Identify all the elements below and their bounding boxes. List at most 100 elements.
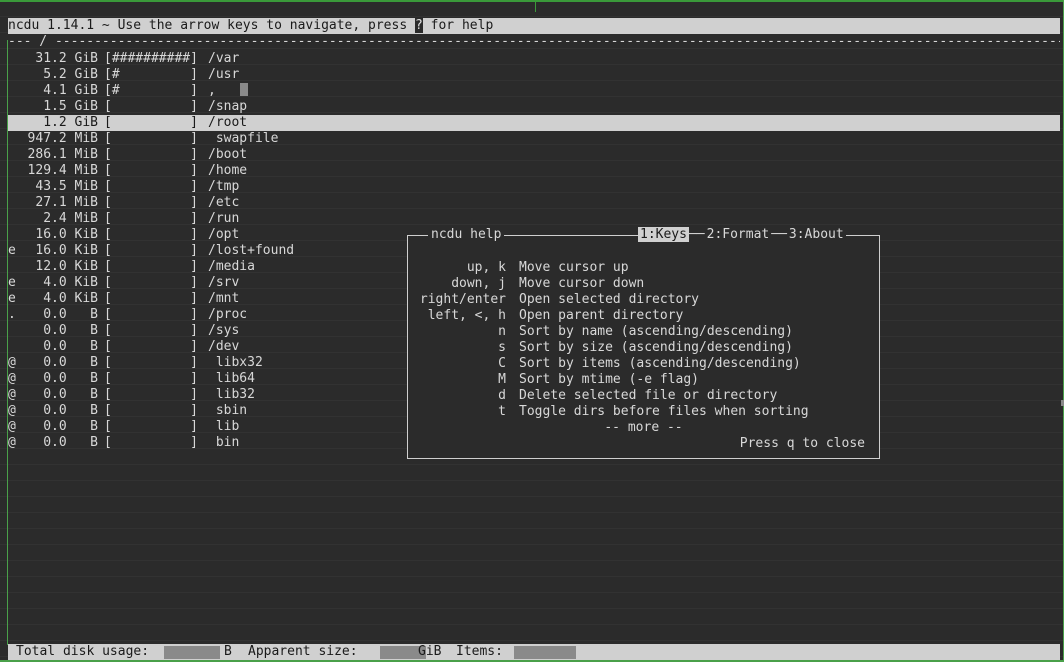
row-size: 0.0 B [43,323,98,338]
row-bar: [ ] [104,435,198,450]
row-size: 1.2 GiB [43,115,98,130]
row-size: 2.4 MiB [43,211,98,226]
list-item[interactable]: 1.5 GiB [ ] /snap [0,99,1064,115]
help-line: d Delete selected file or directory [408,388,879,404]
row-bar: [##########] [104,51,198,66]
row-name: , [208,83,216,98]
list-item[interactable]: 286.1 MiB [ ] /boot [0,147,1064,163]
row-size: 4.1 GiB [43,83,98,98]
list-item[interactable]: 5.2 GiB [# ] /usr [0,67,1064,83]
help-key[interactable]: ? [415,18,423,33]
help-dialog[interactable]: ncdu help 1:Keys ── 2:Format ── 3:About up, … [407,227,880,459]
help-title: ncdu help [428,227,505,243]
row-size: 0.0 B [43,339,98,354]
row-flag: @ [8,435,16,450]
row-name: /root [208,115,248,130]
help-key-desc: Delete selected file or directory [519,388,778,403]
row-size: 4.0 KiB [43,291,98,306]
row-bar: [ ] [104,419,198,434]
list-item[interactable]: 947.2 MiB [ ] swapfile [0,131,1064,147]
row-size: 31.2 GiB [35,51,98,66]
row-bar: [ ] [104,195,198,210]
row-size: 129.4 MiB [27,163,98,178]
row-size: 1.5 GiB [43,99,98,114]
help-key-name: s [498,340,506,355]
row-size: 16.0 KiB [35,227,98,242]
row-name: /snap [208,99,248,114]
help-tab-2[interactable]: 2:Format [705,227,772,242]
row-size: 43.5 MiB [35,179,98,194]
row-name: lib64 [208,371,255,386]
row-name: /dev [208,339,240,354]
help-line: right/enter Open selected directory [408,292,879,308]
total-disk-usage-label: Total disk usage: [16,644,150,659]
row-bar: [ ] [104,115,198,130]
redacted-items [514,646,576,659]
help-line: down, j Move cursor down [408,276,879,292]
row-size: 947.2 MiB [27,131,98,146]
row-name: bin [208,435,240,450]
current-path: --- / ----------------------------------… [8,34,1060,49]
row-bar: [ ] [104,131,198,146]
row-flag: e [8,243,16,258]
row-flag: @ [8,403,16,418]
row-bar: [ ] [104,211,198,226]
list-item[interactable]: 4.1 GiB [# ], [0,83,1064,99]
row-size: 0.0 B [43,355,98,370]
row-name: /srv [208,275,240,290]
help-key-name: n [498,324,506,339]
help-key-name: d [498,388,506,403]
help-key-name: C [498,356,506,371]
row-bar: [ ] [104,259,198,274]
row-bar: [ ] [104,387,198,402]
help-key-desc: Sort by name (ascending/descending) [519,324,793,339]
terminal-cursor [240,83,248,96]
row-name: libx32 [208,355,263,370]
row-name: sbin [208,403,248,418]
list-item[interactable]: 43.5 MiB [ ] /tmp [0,179,1064,195]
row-bar: [ ] [104,371,198,386]
help-key-list: up, k Move cursor up down, j Move cursor do… [408,260,879,420]
help-key-desc: Move cursor up [519,260,629,275]
help-key-desc: Open parent directory [519,308,684,323]
row-size: 12.0 KiB [35,259,98,274]
tilde: ~ [101,18,110,33]
row-bar: [# ] [104,83,198,98]
row-name: /boot [208,147,248,162]
row-bar: [ ] [104,323,198,338]
help-tab-3[interactable]: 3:About [787,227,846,242]
help-more[interactable]: -- more -- [408,420,879,436]
footer-status-bar: Total disk usage: B Apparent size: GiB I… [8,644,1060,660]
row-name: /home [208,163,248,178]
row-bar: [# ] [104,67,198,82]
row-name: /run [208,211,240,226]
list-item-selected[interactable]: 1.2 GiB [ ] /root [8,115,1060,131]
header-text-after: for help [422,18,494,33]
list-item[interactable]: 27.1 MiB [ ] /etc [0,195,1064,211]
row-size: 0.0 B [43,403,98,418]
help-line: left, <, h Open parent directory [408,308,879,324]
header-text: Use the arrow keys to navigate, press [109,18,415,33]
row-bar: [ ] [104,227,198,242]
help-line: n Sort by name (ascending/descending) [408,324,879,340]
list-item[interactable]: 31.2 GiB [##########] /var [0,51,1064,67]
row-name: /lost+found [208,243,295,258]
help-key-name: left, <, h [427,308,506,323]
apparent-unit: GiB [418,644,442,659]
total-unit: B [224,644,232,659]
help-line: t Toggle dirs before files when sorting [408,404,879,420]
row-flag: e [8,291,16,306]
help-key-name: M [498,372,506,387]
row-flag: @ [8,355,16,370]
row-bar: [ ] [104,99,198,114]
row-name: /opt [208,227,240,242]
apparent-size-label: Apparent size: [248,644,358,659]
help-line: up, k Move cursor up [408,260,879,276]
row-flag: @ [8,387,16,402]
help-key-name: right/enter [419,292,506,307]
list-item[interactable]: 129.4 MiB [ ] /home [0,163,1064,179]
list-item[interactable]: 2.4 MiB [ ] /run [0,211,1064,227]
row-name: /mnt [208,291,240,306]
help-tab-1[interactable]: 1:Keys [638,227,689,242]
tab-separator: ── [771,227,787,242]
